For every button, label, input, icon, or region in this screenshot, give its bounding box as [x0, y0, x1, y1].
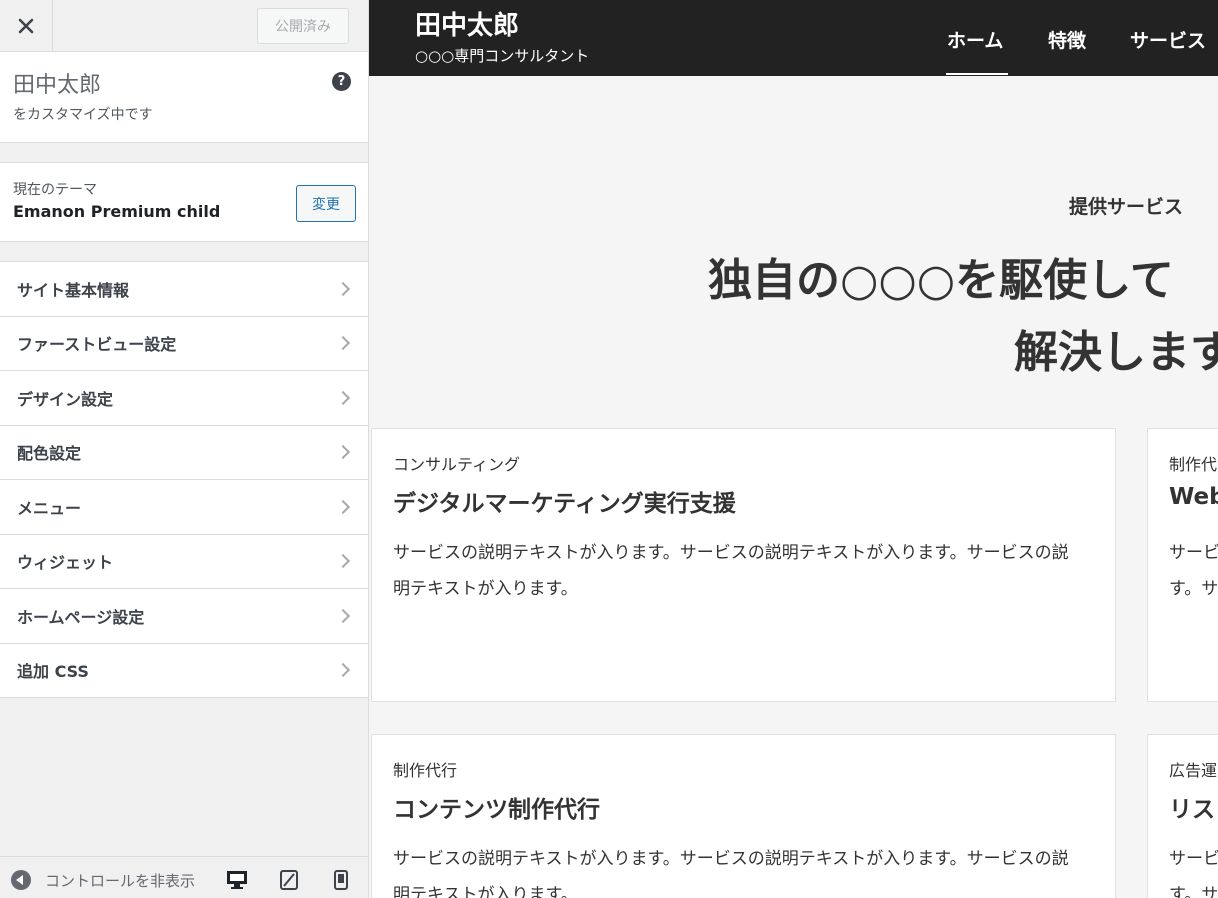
sidebar-item-widgets[interactable]: ウィジェット — [0, 535, 368, 589]
service-card[interactable]: 制作代行 コンテンツ制作代行 サービスの説明テキストが入ります。サービスの説明テ… — [371, 734, 1116, 898]
card-title: コンテンツ制作代行 — [393, 797, 600, 823]
site-name: 田中太郎 — [13, 73, 102, 98]
chevron-right-icon — [335, 663, 351, 678]
hide-controls-button[interactable]: コントロールを非表示 — [45, 870, 205, 891]
card-category: 制作代 — [1169, 455, 1218, 474]
site-title[interactable]: 田中太郎 — [415, 5, 519, 42]
nav-item-features[interactable]: 特徴 — [1048, 26, 1086, 53]
sidebar-item-site-identity[interactable]: サイト基本情報 — [0, 262, 368, 317]
sidebar-item-colors[interactable]: 配色設定 — [0, 426, 368, 480]
theme-name: Emanon Premium child — [13, 202, 221, 221]
section-label: 提供サービス — [1069, 196, 1184, 218]
collapse-icon[interactable] — [11, 870, 31, 890]
section-heading-line2: 解決します — [1014, 327, 1218, 378]
card-title: デジタルマーケティング実行支援 — [393, 491, 736, 517]
section-heading-line1: 独自の○○○を駆使して — [708, 255, 1174, 306]
card-description: サービスの説明テキストが入ります。サービスの説明テキストが入ります。サービスの説… — [393, 543, 1069, 599]
card-category: 広告運 — [1169, 761, 1218, 780]
card-title: Web — [1169, 484, 1218, 510]
close-icon — [18, 18, 34, 34]
nav-item-home[interactable]: ホーム — [947, 26, 1003, 53]
card-category: コンサルティング — [393, 455, 521, 474]
card-description: サービスの説明テキストが入ります。サービスの説明テキストが入ります。サービスの説… — [393, 849, 1069, 898]
sidebar-item-label: メニュー — [17, 498, 82, 518]
sidebar-item-design[interactable]: デザイン設定 — [0, 371, 368, 426]
customize-info: 田中太郎 をカスタマイズ中です ? — [0, 52, 368, 143]
tablet-icon[interactable] — [278, 869, 300, 891]
chevron-right-icon — [335, 336, 351, 351]
nav-active-indicator — [946, 73, 1008, 75]
chevron-right-icon — [335, 554, 351, 569]
service-card[interactable]: 制作代 Web サービ す。サ — [1147, 428, 1218, 702]
site-header: 田中太郎 ○○○専門コンサルタント ホーム 特徴 サービス — [369, 0, 1218, 76]
help-icon[interactable]: ? — [332, 72, 351, 91]
theme-panel: 現在のテーマ Emanon Premium child 変更 — [0, 162, 368, 242]
sidebar-item-menus[interactable]: メニュー — [0, 480, 368, 535]
chevron-right-icon — [335, 281, 351, 296]
card-description: サービ す。サ — [1169, 543, 1218, 599]
card-description: サービ す。サ — [1169, 849, 1218, 898]
sidebar-item-first-view[interactable]: ファーストビュー設定 — [0, 317, 368, 371]
close-button[interactable] — [0, 0, 53, 52]
nav-item-services[interactable]: サービス — [1130, 26, 1206, 53]
service-card[interactable]: 広告運 リス サービ す。サ — [1147, 734, 1218, 898]
sidebar-item-additional-css[interactable]: 追加 CSS — [0, 644, 368, 698]
chevron-right-icon — [335, 390, 351, 405]
publish-button[interactable]: 公開済み — [257, 8, 349, 44]
sidebar-item-label: デザイン設定 — [17, 389, 114, 409]
sidebar-item-label: サイト基本情報 — [17, 280, 130, 300]
service-card[interactable]: コンサルティング デジタルマーケティング実行支援 サービスの説明テキストが入りま… — [371, 428, 1116, 702]
mobile-icon[interactable] — [330, 869, 352, 891]
chevron-right-icon — [335, 608, 351, 623]
card-title: リス — [1169, 797, 1215, 823]
sidebar-item-label: 追加 CSS — [17, 662, 89, 682]
sidebar-item-label: 配色設定 — [17, 444, 82, 464]
card-category: 制作代行 — [393, 761, 458, 780]
sidebar-item-label: ホームページ設定 — [17, 607, 145, 627]
sidebar-menu: サイト基本情報 ファーストビュー設定 デザイン設定 配色設定 メニュー ウィジェ… — [0, 261, 368, 698]
sidebar-item-label: ファーストビュー設定 — [17, 335, 177, 355]
sidebar-footer: コントロールを非表示 — [0, 856, 368, 898]
site-preview: 田中太郎 ○○○専門コンサルタント ホーム 特徴 サービス 提供サービス 独自の… — [369, 0, 1218, 898]
desktop-icon[interactable] — [226, 869, 248, 891]
customizer-sidebar: 公開済み 田中太郎 をカスタマイズ中です ? 現在のテーマ Emanon Pre… — [0, 0, 369, 898]
chevron-right-icon — [335, 499, 351, 514]
customizing-text: をカスタマイズ中です — [13, 107, 153, 123]
theme-label: 現在のテーマ — [13, 182, 97, 198]
sidebar-item-homepage[interactable]: ホームページ設定 — [0, 589, 368, 644]
sidebar-header: 公開済み — [0, 0, 368, 52]
site-tagline: ○○○専門コンサルタント — [415, 47, 590, 65]
chevron-right-icon — [335, 445, 351, 460]
sidebar-item-label: ウィジェット — [17, 553, 114, 573]
change-theme-button[interactable]: 変更 — [296, 185, 356, 222]
